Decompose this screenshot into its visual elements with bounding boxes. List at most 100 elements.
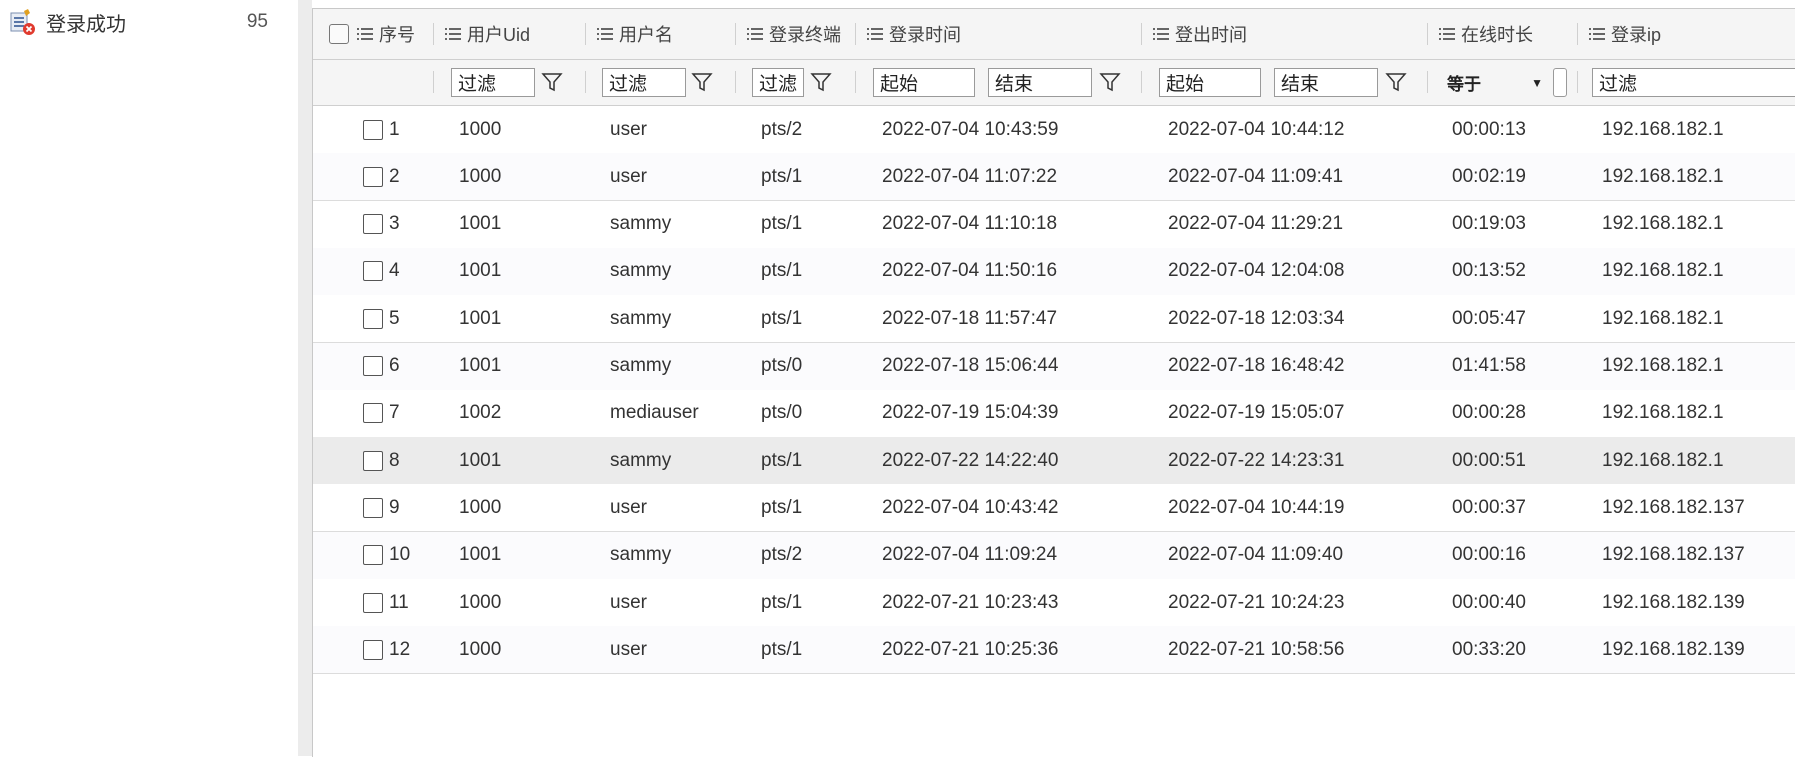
- cell-ip: 192.168.182.1: [1602, 402, 1724, 424]
- row-checkbox[interactable]: [363, 639, 383, 660]
- column-menu-icon[interactable]: [597, 27, 613, 41]
- cell-terminal: pts/1: [761, 213, 803, 235]
- select-all-checkbox[interactable]: [329, 24, 349, 44]
- cell-terminal: pts/1: [761, 165, 803, 187]
- cell-username: sammy: [610, 307, 672, 329]
- cell-logout-time: 2022-07-18 12:03:34: [1168, 307, 1345, 329]
- column-title: 在线时长: [1461, 25, 1533, 45]
- row-checkbox[interactable]: [363, 592, 383, 613]
- cell-online-duration: 00:00:16: [1452, 544, 1526, 566]
- column-menu-icon[interactable]: [1589, 27, 1605, 41]
- cell-seq: 2: [363, 153, 400, 200]
- cell-login-time: 2022-07-04 11:09:24: [882, 544, 1058, 566]
- column-menu-icon[interactable]: [357, 27, 373, 41]
- cell-online-duration: 00:02:19: [1452, 165, 1526, 187]
- terminal-filter-input[interactable]: 过滤: [752, 68, 804, 97]
- cell-online-duration: 00:00:37: [1452, 496, 1526, 518]
- logout-time-start-input[interactable]: 起始: [1159, 68, 1261, 97]
- cell-ip: 192.168.182.139: [1602, 638, 1745, 660]
- table-row[interactable]: 1 1000 user pts/2 2022-07-04 10:43:59 2022-07…: [313, 106, 1795, 154]
- column-header-logout-time[interactable]: 登出时间: [1143, 9, 1427, 59]
- cell-login-time: 2022-07-18 11:57:47: [882, 307, 1058, 329]
- funnel-icon[interactable]: [810, 71, 832, 93]
- column-menu-icon[interactable]: [867, 27, 883, 41]
- column-title: 登录ip: [1611, 25, 1662, 45]
- cell-terminal: pts/0: [761, 355, 803, 376]
- sidebar: 登录成功 95: [0, 0, 298, 756]
- column-header-seq[interactable]: 序号: [313, 9, 433, 59]
- online-duration-filter-input[interactable]: [1553, 68, 1567, 97]
- table-row[interactable]: 5 1001 sammy pts/1 2022-07-18 11:57:47 2022-0…: [313, 295, 1795, 344]
- table-row[interactable]: 3 1001 sammy pts/1 2022-07-04 11:10:18 2022-0…: [313, 200, 1795, 249]
- row-checkbox[interactable]: [363, 450, 383, 471]
- row-checkbox[interactable]: [363, 119, 383, 140]
- column-title: 登录终端: [769, 25, 841, 45]
- row-checkbox[interactable]: [363, 166, 383, 187]
- cell-ip: 192.168.182.1: [1602, 213, 1724, 235]
- funnel-icon[interactable]: [541, 71, 563, 93]
- column-header-terminal[interactable]: 登录终端: [737, 9, 855, 59]
- cell-ip: 192.168.182.1: [1602, 260, 1724, 282]
- row-seq-number: 8: [389, 449, 400, 471]
- ip-filter-input[interactable]: 过滤: [1592, 68, 1795, 97]
- cell-logout-time: 2022-07-04 11:09:41: [1168, 165, 1344, 187]
- column-menu-icon[interactable]: [747, 27, 763, 41]
- row-seq-number: 10: [389, 544, 411, 566]
- cell-online-duration: 00:00:28: [1452, 402, 1526, 424]
- table-row[interactable]: 9 1000 user pts/1 2022-07-04 10:43:42 2022-07…: [313, 484, 1795, 533]
- cell-seq: 4: [363, 248, 400, 295]
- funnel-icon[interactable]: [691, 71, 713, 93]
- cell-username: sammy: [610, 260, 672, 282]
- cell-username: user: [610, 118, 647, 140]
- table-row[interactable]: 10 1001 sammy pts/2 2022-07-04 11:09:24 2022-…: [313, 531, 1795, 580]
- column-header-uid[interactable]: 用户Uid: [435, 9, 585, 59]
- table-row[interactable]: 12 1000 user pts/1 2022-07-21 10:25:36 2022-0…: [313, 626, 1795, 675]
- cell-uid: 1001: [459, 544, 502, 566]
- grid-filter-row: 过滤 过滤 过滤 起始 结束 起始 结束 等于 ▼ 过滤: [313, 60, 1795, 106]
- row-checkbox[interactable]: [363, 403, 383, 424]
- cell-username: sammy: [610, 355, 672, 376]
- row-checkbox[interactable]: [363, 261, 383, 282]
- cell-seq: 11: [363, 579, 409, 626]
- column-header-username[interactable]: 用户名: [587, 9, 735, 59]
- row-checkbox[interactable]: [363, 308, 383, 329]
- table-row[interactable]: 8 1001 sammy pts/1 2022-07-22 14:22:40 2022-0…: [313, 437, 1795, 486]
- cell-uid: 1001: [459, 449, 502, 471]
- row-checkbox[interactable]: [363, 356, 383, 376]
- column-menu-icon[interactable]: [1153, 27, 1169, 41]
- table-row[interactable]: 11 1000 user pts/1 2022-07-21 10:23:43 2022-0…: [313, 579, 1795, 627]
- splitter[interactable]: [298, 0, 312, 756]
- column-menu-icon[interactable]: [445, 27, 461, 41]
- username-filter-input[interactable]: 过滤: [602, 68, 686, 97]
- cell-logout-time: 2022-07-04 12:04:08: [1168, 260, 1345, 282]
- logout-time-end-input[interactable]: 结束: [1274, 68, 1378, 97]
- row-checkbox[interactable]: [363, 545, 383, 566]
- column-header-login-time[interactable]: 登录时间: [857, 9, 1141, 59]
- column-menu-icon[interactable]: [1439, 27, 1455, 41]
- table-row[interactable]: 4 1001 sammy pts/1 2022-07-04 11:50:16 2022-0…: [313, 247, 1795, 296]
- funnel-icon[interactable]: [1099, 71, 1121, 93]
- cell-online-duration: 01:41:58: [1452, 355, 1526, 376]
- uid-filter-input[interactable]: 过滤: [451, 68, 535, 97]
- table-row[interactable]: 7 1002 mediauser pts/0 2022-07-19 15:04:39 20…: [313, 389, 1795, 438]
- online-duration-operator-select[interactable]: 等于 ▼: [1441, 68, 1543, 97]
- table-row[interactable]: 2 1000 user pts/1 2022-07-04 11:07:22 2022-07…: [313, 153, 1795, 202]
- login-time-end-input[interactable]: 结束: [988, 68, 1092, 97]
- column-header-ip[interactable]: 登录ip: [1579, 9, 1795, 59]
- funnel-icon[interactable]: [1385, 71, 1407, 93]
- row-checkbox[interactable]: [363, 214, 383, 235]
- column-header-online-duration[interactable]: 在线时长: [1429, 9, 1577, 59]
- cell-logout-time: 2022-07-21 10:58:56: [1168, 638, 1345, 660]
- table-row[interactable]: 6 1001 sammy pts/0 2022-07-18 15:06:44 2022-0…: [313, 342, 1795, 391]
- cell-seq: 9: [363, 484, 400, 531]
- cell-login-time: 2022-07-04 10:43:42: [882, 496, 1059, 518]
- login-time-start-input[interactable]: 起始: [873, 68, 975, 97]
- row-checkbox[interactable]: [363, 497, 383, 518]
- cell-ip: 192.168.182.1: [1602, 307, 1724, 329]
- sidebar-item-login-success[interactable]: 登录成功 95: [8, 4, 278, 40]
- cell-login-time: 2022-07-04 10:43:59: [882, 118, 1059, 140]
- row-seq-number: 7: [389, 402, 400, 424]
- cell-ip: 192.168.182.137: [1602, 496, 1745, 518]
- cell-logout-time: 2022-07-21 10:24:23: [1168, 591, 1345, 613]
- cell-username: sammy: [610, 544, 672, 566]
